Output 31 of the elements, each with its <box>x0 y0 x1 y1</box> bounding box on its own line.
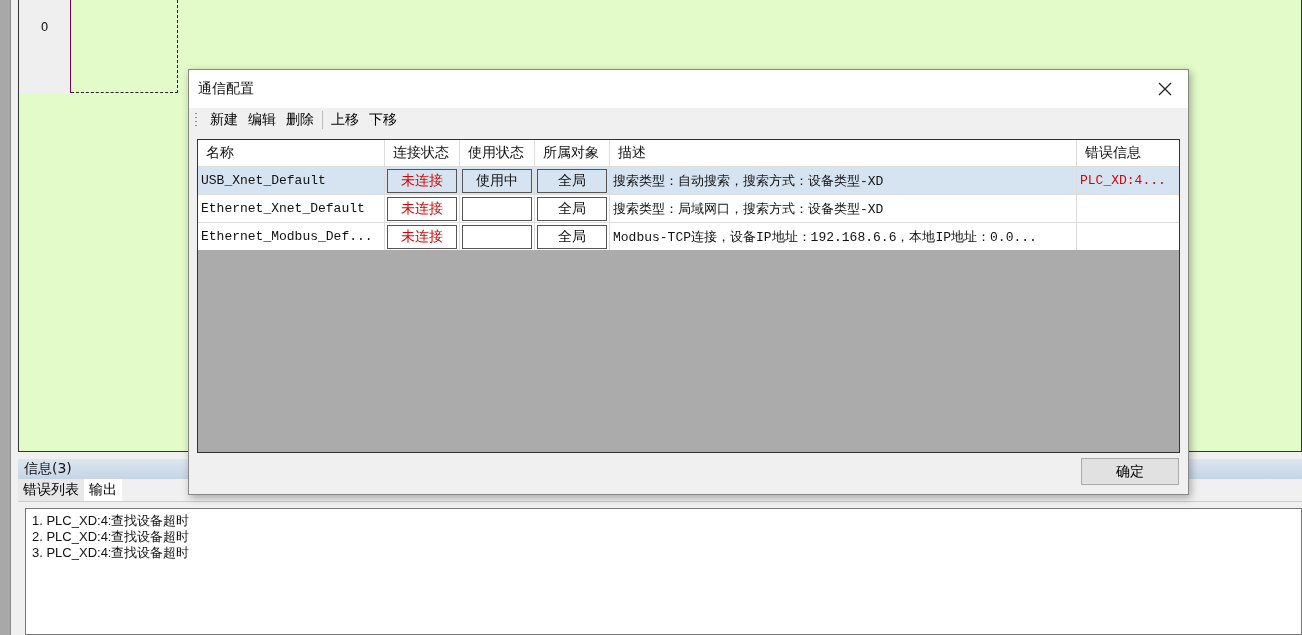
table-row[interactable]: USB_Xnet_Default 未连接 使用中 全局 搜索类型：自动搜索，搜索方式：设备类型-XD PLC_XD:4... <box>198 166 1179 194</box>
table-row[interactable]: Ethernet_Xnet_Default 未连接 全局 搜索类型：局域网口，搜索方式：设备类型-XD <box>198 194 1179 222</box>
status-cell[interactable]: 未连接 <box>387 168 457 193</box>
status-cell[interactable]: 全局 <box>537 168 607 193</box>
panel-tab[interactable]: 输出 <box>84 479 122 501</box>
status-cell[interactable] <box>462 196 532 221</box>
close-icon[interactable] <box>1158 82 1172 96</box>
status-cell[interactable]: 未连接 <box>387 224 457 249</box>
toolbar-button[interactable]: 下移 <box>365 111 401 129</box>
toolbar-button[interactable]: 编辑 <box>244 111 280 129</box>
toolbar-button[interactable]: 删除 <box>282 111 318 129</box>
status-cell[interactable]: 全局 <box>537 224 607 249</box>
toolbar-button[interactable]: 上移 <box>327 111 363 129</box>
table-cell: Modbus-TCP连接，设备IP地址：192.168.6.6，本地IP地址：0.0... <box>610 223 1077 250</box>
status-cell[interactable] <box>462 224 532 249</box>
toolbar-button[interactable]: 新建 <box>206 111 242 129</box>
table-cell: Ethernet_Modbus_Def... <box>198 223 385 250</box>
dialog-title: 通信配置 <box>198 80 254 98</box>
row-number: 0 <box>40 20 49 36</box>
column-header[interactable]: 错误信息 <box>1077 140 1179 166</box>
status-cell[interactable]: 全局 <box>537 196 607 221</box>
output-line: 3. PLC_XD:4:查找设备超时 <box>32 545 191 561</box>
panel-tab[interactable]: 错误列表 <box>18 479 84 501</box>
output-line: 1. PLC_XD:4:查找设备超时 <box>32 513 191 529</box>
output-line: 2. PLC_XD:4:查找设备超时 <box>32 529 191 545</box>
status-cell[interactable]: 未连接 <box>387 196 457 221</box>
status-cell[interactable]: 使用中 <box>462 168 532 193</box>
panel-title: 信息(3) <box>24 460 72 478</box>
table-cell-text: PLC_XD:4... <box>1079 172 1167 190</box>
ok-button[interactable]: 确定 <box>1081 458 1179 485</box>
table-row[interactable]: Ethernet_Modbus_Def... 未连接 全局 Modbus-TCP连接，设备IP地址：192.168.6.6，本地IP地址：0.0... <box>198 222 1179 250</box>
